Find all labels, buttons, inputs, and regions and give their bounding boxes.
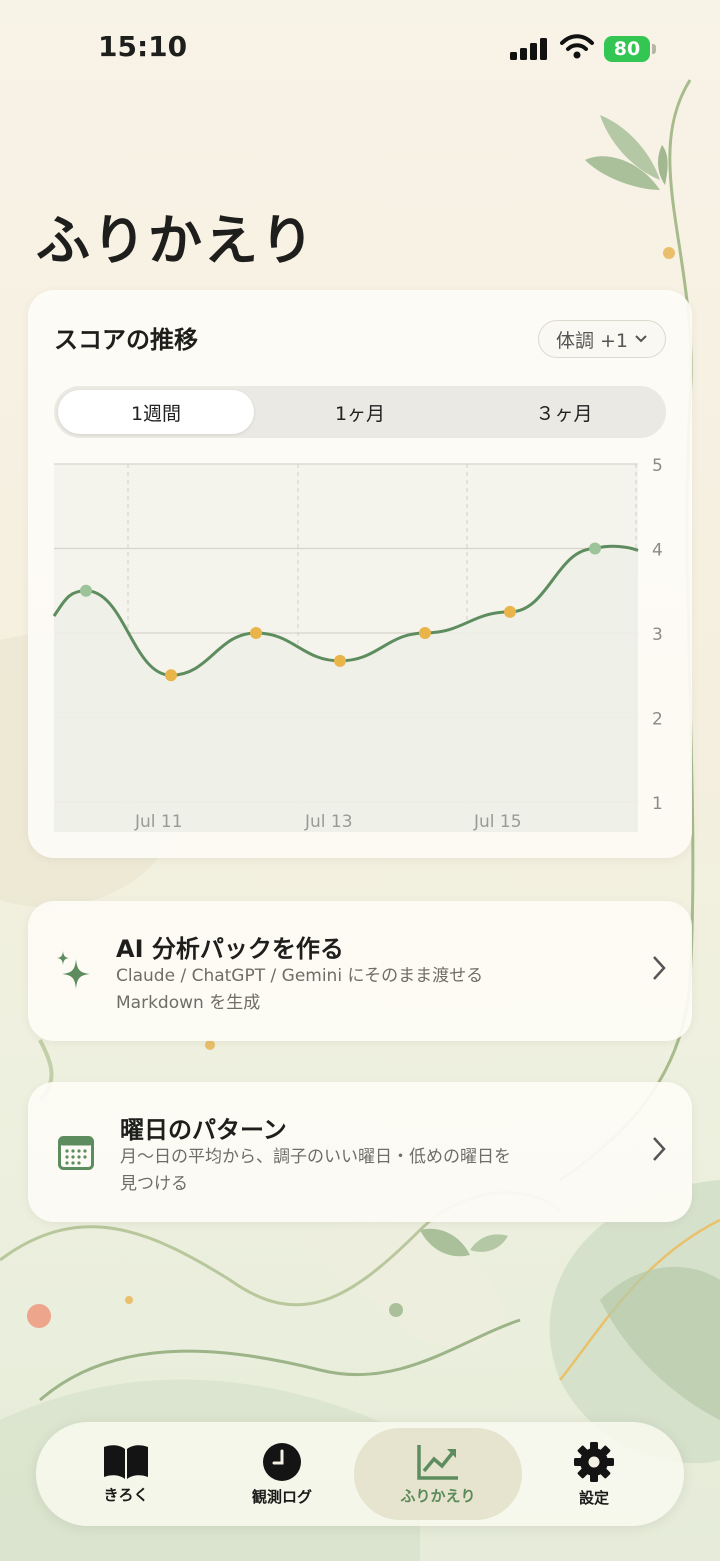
battery-indicator: 80 <box>604 36 650 62</box>
tab-label: ふりかえり <box>400 1486 476 1505</box>
tab-furikaeri[interactable]: ふりかえり <box>354 1428 522 1520</box>
score-trend-card: スコアの推移 体調 +1 1週間 1ヶ月 ３ヶ月 1 2 3 4 5 Jul 11 Jul … <box>28 290 692 858</box>
book-icon <box>104 1444 148 1479</box>
chart-trend-icon <box>417 1444 458 1480</box>
ai-analysis-pack-card[interactable]: AI 分析パックを作る Claude / ChatGPT / Gemini にそ… <box>28 901 692 1041</box>
cellular-signal-icon <box>510 38 547 60</box>
battery-cap <box>652 44 656 54</box>
data-point <box>334 654 346 667</box>
battery-level: 80 <box>613 38 641 60</box>
x-tick-label: Jul 15 <box>473 812 522 832</box>
data-point <box>504 605 516 618</box>
sparkles-icon <box>57 951 90 989</box>
chevron-right-icon <box>653 1137 666 1161</box>
data-point <box>250 627 262 639</box>
tab-kiroku[interactable]: きろく <box>42 1428 210 1520</box>
x-tick-label: Jul 13 <box>304 812 353 832</box>
tab-label: 設定 <box>578 1488 609 1507</box>
y-tick-label: 2 <box>652 710 663 730</box>
ai-card-desc-line: Claude / ChatGPT / Gemini にそのまま渡せる <box>116 966 484 986</box>
tab-settings[interactable]: 設定 <box>510 1428 678 1520</box>
calendar-icon <box>58 1136 94 1170</box>
data-point <box>165 669 177 682</box>
data-point <box>589 542 601 555</box>
y-tick-label: 4 <box>652 541 663 561</box>
ai-card-desc-line: Markdown を生成 <box>116 993 261 1013</box>
weekday-card-description: 月〜日の平均から、調子のいい曜日・低めの曜日を 見つける <box>120 1144 511 1198</box>
page-title: ふりかえり <box>36 209 316 272</box>
gear-icon <box>574 1441 614 1482</box>
x-tick-label: Jul 11 <box>134 812 183 832</box>
weekday-pattern-card[interactable]: 曜日のパターン 月〜日の平均から、調子のいい曜日・低めの曜日を 見つける <box>28 1082 692 1222</box>
data-point <box>80 584 92 597</box>
wifi-icon <box>560 34 594 59</box>
tab-label: きろく <box>103 1485 149 1504</box>
weekday-card-desc-line: 月〜日の平均から、調子のいい曜日・低めの曜日を <box>120 1147 511 1167</box>
clock-icon <box>263 1442 301 1481</box>
weekday-card-desc-line: 見つける <box>120 1174 188 1194</box>
chevron-right-icon <box>653 956 666 980</box>
y-tick-label: 5 <box>652 456 663 476</box>
status-time: 15:10 <box>98 30 188 63</box>
bottom-tab-bar: きろく 観測ログ ふりかえり 設定 <box>36 1422 684 1526</box>
score-line-chart: 1 2 3 4 5 Jul 11 Jul 13 Jul 15 <box>52 456 663 832</box>
ai-card-title: AI 分析パックを作る <box>116 935 344 963</box>
status-bar: 15:10 80 <box>0 0 720 96</box>
y-tick-label: 1 <box>652 794 663 814</box>
data-point <box>419 627 431 639</box>
ai-card-description: Claude / ChatGPT / Gemini にそのまま渡せる Markd… <box>116 963 483 1017</box>
tab-observation-log[interactable]: 観測ログ <box>198 1428 366 1520</box>
y-tick-label: 3 <box>652 625 663 645</box>
tab-label: 観測ログ <box>251 1487 312 1506</box>
weekday-card-title: 曜日のパターン <box>120 1116 287 1144</box>
